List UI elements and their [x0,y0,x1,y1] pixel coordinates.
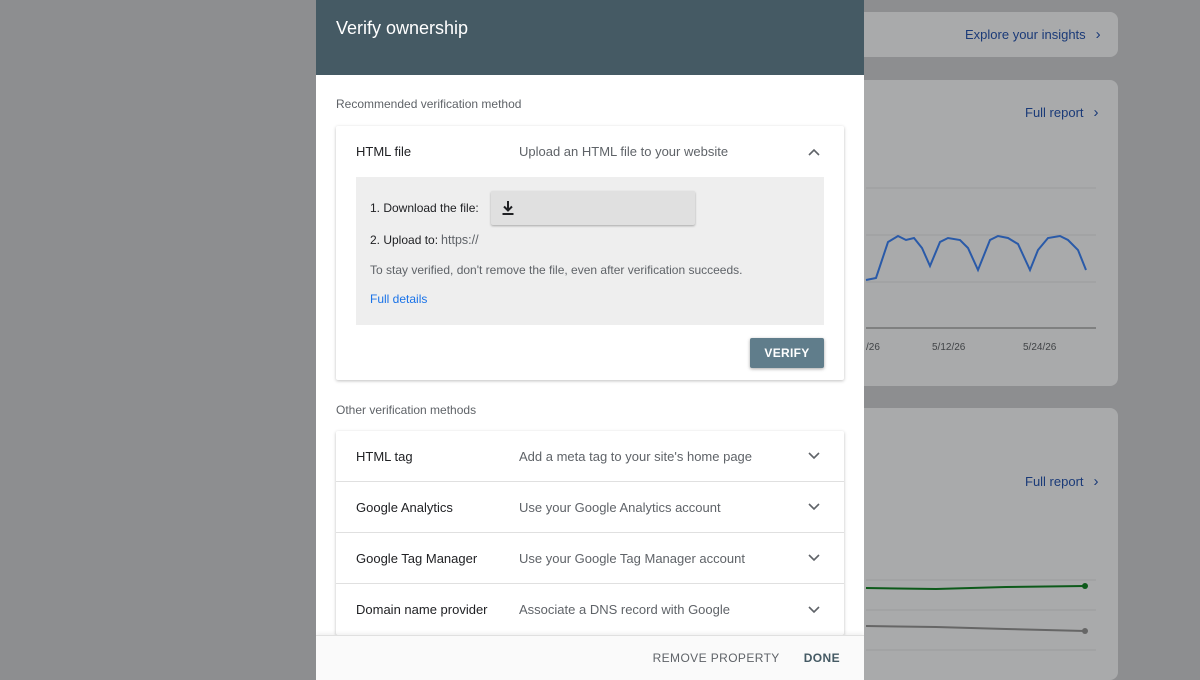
clicks-series-line [865,234,1087,281]
coverage-chart [865,579,1096,651]
method-name: Domain name provider [356,602,488,617]
explore-insights-link[interactable]: Explore your insights › [965,27,1101,42]
chevron-right-icon: › [1095,26,1101,43]
method-name: Google Tag Manager [356,550,478,566]
dialog-footer: REMOVE PROPERTY DONE [316,635,864,680]
explore-insights-label: Explore your insights [965,27,1086,42]
valid-series-point [1082,583,1088,589]
other-methods-label: Other verification methods [336,403,477,417]
full-report-label-2: Full report [1025,474,1084,489]
method-name: HTML tag [356,448,413,464]
step-upload: 2. Upload to: https:// [370,233,810,247]
recommended-method-card: HTML file Upload an HTML file to your we… [336,126,844,380]
method-row-html-file[interactable]: HTML file Upload an HTML file to your we… [336,126,844,177]
chevron-down-icon[interactable] [804,603,824,617]
excluded-series-line [865,625,1086,632]
verify-button[interactable]: VERIFY [750,338,824,368]
method-description: Use your Google Analytics account [519,499,721,515]
upload-url: https:// [441,233,479,247]
recommended-label: Recommended verification method [336,97,522,111]
full-report-label-1: Full report [1025,105,1084,120]
method-row-google-tag-manager[interactable]: Google Tag Manager Use your Google Tag M… [336,533,844,584]
method-name: HTML file [356,144,412,159]
method-row-google-analytics[interactable]: Google Analytics Use your Google Analyti… [336,482,844,533]
stay-verified-note: To stay verified, don't remove the file,… [370,263,743,277]
verify-ownership-dialog: Verify ownership Recommended verificatio… [316,0,864,680]
dialog-header: Verify ownership [316,0,864,75]
full-report-link-1[interactable]: Full report › [1025,105,1099,120]
excluded-series-point [1082,628,1088,634]
dialog-title: Verify ownership [336,18,469,38]
method-description: Upload an HTML file to your website [519,144,729,159]
chevron-up-icon[interactable] [804,145,824,159]
download-file-button[interactable] [490,191,695,225]
valid-series-line [865,585,1086,591]
done-button[interactable]: DONE [804,651,840,665]
chevron-down-icon[interactable] [804,551,824,565]
x-tick-label: /26 [866,342,880,353]
method-description: Use your Google Tag Manager account [519,550,745,566]
chevron-right-icon: › [1093,104,1099,121]
chevron-right-icon: › [1093,473,1099,490]
method-name: Google Analytics [356,499,453,515]
verify-row: VERIFY [336,325,844,381]
x-tick-label: 5/12/26 [932,342,966,353]
method-description: Add a meta tag to your site's home page [519,448,753,464]
full-report-link-2[interactable]: Full report › [1025,474,1099,489]
remove-property-button[interactable]: REMOVE PROPERTY [653,651,780,665]
full-details-link[interactable]: Full details [370,292,427,306]
performance-chart [865,187,1096,329]
other-methods-list: HTML tag Add a meta tag to your site's h… [336,431,844,635]
dialog-body: Recommended verification method HTML fil… [316,75,864,635]
download-icon [502,201,514,215]
method-description: Associate a DNS record with Google [519,602,730,617]
method-row-html-tag[interactable]: HTML tag Add a meta tag to your site's h… [336,431,844,482]
step-download: 1. Download the file: [370,191,810,225]
step2-label: 2. Upload to: [370,233,439,247]
html-file-instructions: 1. Download the file: 2. Upload to: https… [356,177,824,325]
chevron-down-icon[interactable] [804,500,824,514]
x-tick-label: 5/24/26 [1023,342,1057,353]
chevron-down-icon[interactable] [804,449,824,463]
step1-label: 1. Download the file: [370,201,479,215]
method-row-domain-name-provider[interactable]: Domain name provider Associate a DNS rec… [336,584,844,635]
